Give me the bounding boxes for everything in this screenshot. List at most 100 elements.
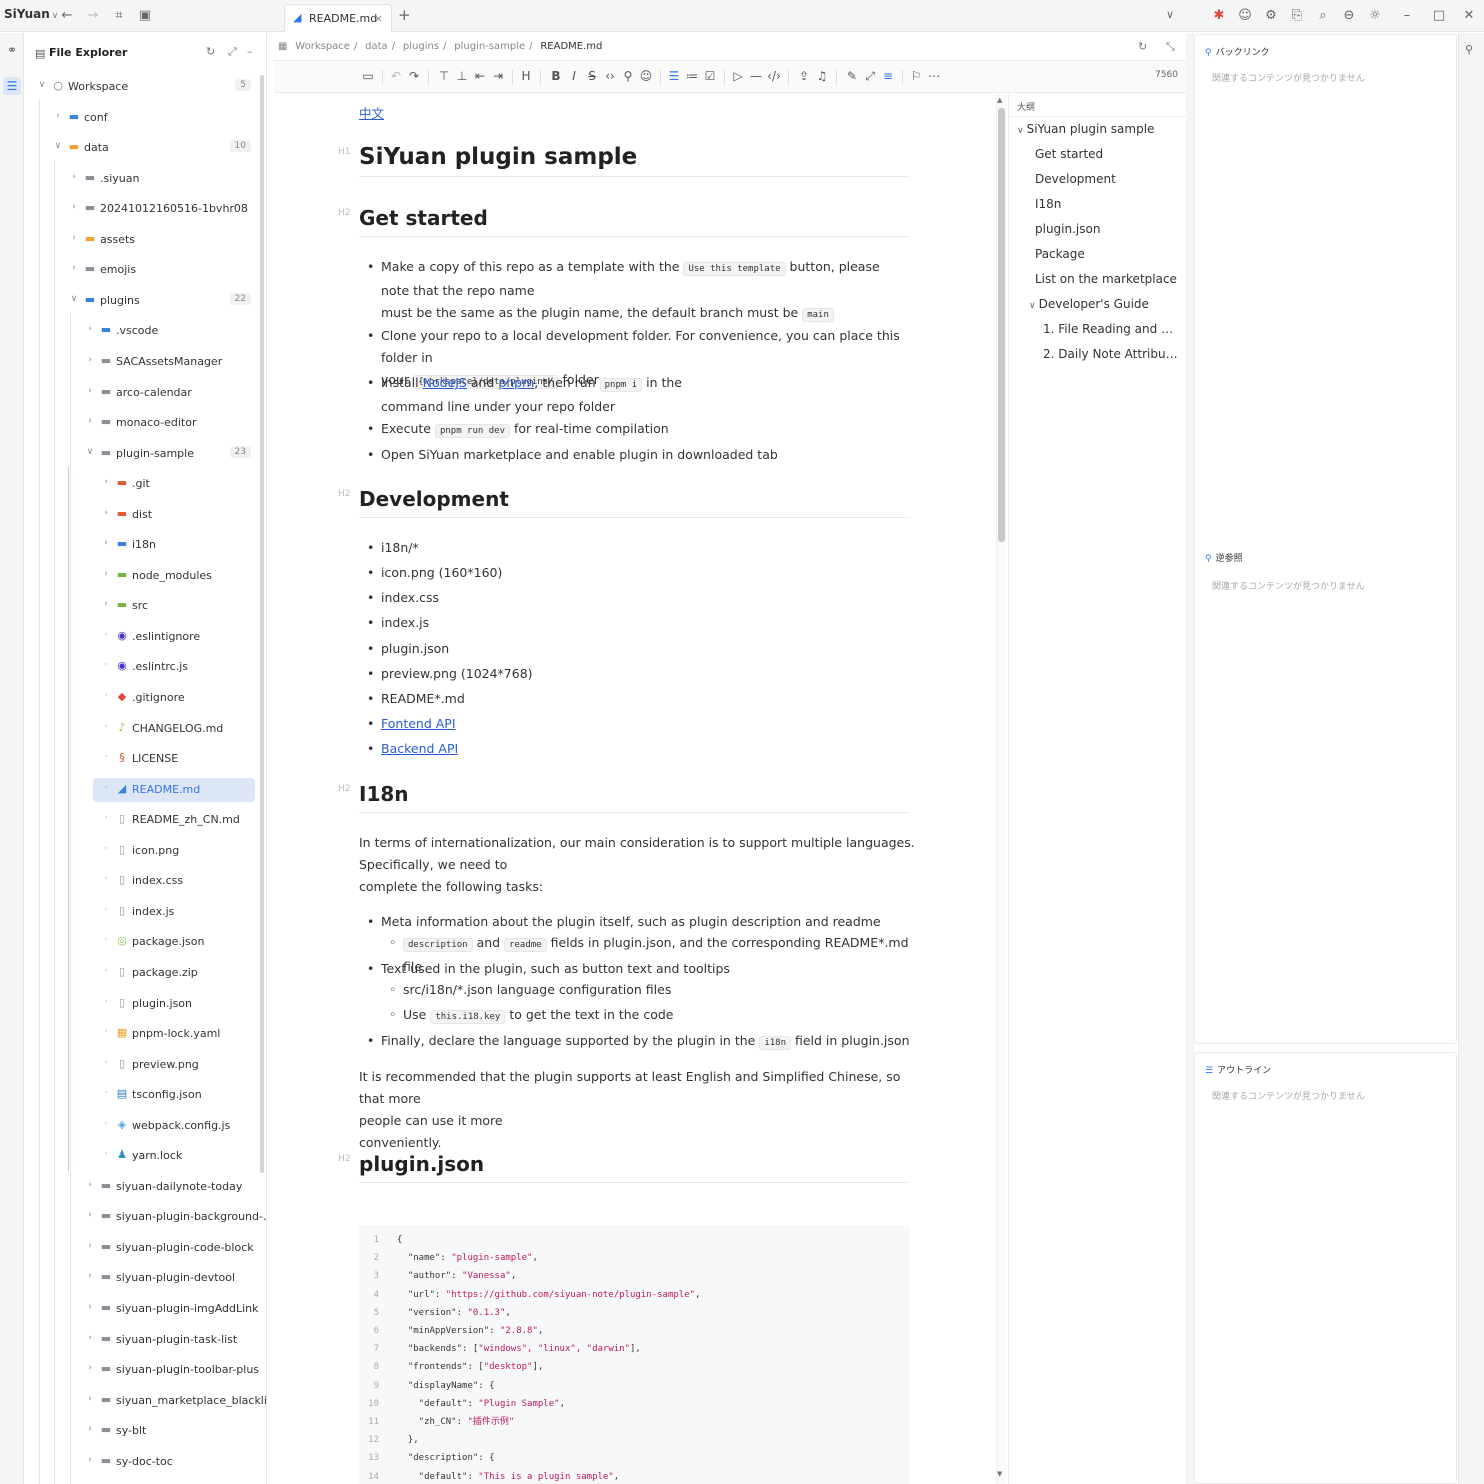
chevron-right-icon[interactable]: › [85,1394,95,1404]
chevron-right-icon[interactable]: › [101,599,111,609]
user-icon[interactable]: ☺ [1236,7,1254,25]
language-link[interactable]: 中文 [359,106,384,121]
chevron-right-icon[interactable]: › [101,538,111,548]
code-block-icon[interactable]: ‹/› [766,69,782,83]
tree-folder[interactable]: › ▬ siyuan-plugin-task-list [25,1328,266,1352]
close-icon[interactable]: ✕ [1460,7,1478,25]
outline-item[interactable]: Package [1035,247,1181,261]
tree-folder[interactable]: › ▬ .siyuan [25,167,266,191]
close-tab-icon[interactable]: × [374,12,383,25]
preview-icon[interactable]: ⤢ [862,69,878,84]
minimize-icon[interactable]: – [1398,7,1416,25]
backend-api-link[interactable]: Backend API [381,741,458,756]
tree-file[interactable]: · ◈ webpack.config.js [25,1114,266,1138]
tree-folder[interactable]: › ▬ node_modules [25,564,266,588]
tree-folder[interactable]: › ▬ siyuan-plugin-code-block [25,1236,266,1260]
save-icon[interactable]: ▭ [360,69,376,83]
redo-icon[interactable]: ↷ [406,69,422,83]
tree-folder[interactable]: › ▬ siyuan-plugin-imgAddLink [25,1297,266,1321]
outline-item[interactable]: I18n [1035,197,1181,211]
insert-before-icon[interactable]: ⊤ [436,69,452,83]
minimize-panel-icon[interactable]: – [247,45,253,58]
tree-folder[interactable]: › ▬ i18n [25,533,266,557]
chevron-down-icon[interactable]: ∨ [37,80,47,90]
chevron-right-icon[interactable]: › [101,477,111,487]
file-tree-icon[interactable]: ☰ [3,77,21,95]
app-menu-button[interactable]: SiYuan ∨ [4,7,58,21]
code-block[interactable]: 1{2 "name": "plugin-sample", 3 "author": … [359,1225,910,1484]
tab-readme[interactable]: ◢ README.md × [284,4,392,32]
chevron-right-icon[interactable]: › [85,1210,95,1220]
explorer-scrollbar[interactable] [260,75,264,1173]
tree-folder[interactable]: ∨ ▬ plugins 22 [25,289,266,313]
refresh-icon[interactable]: ↻ [1138,40,1147,53]
chevron-right-icon[interactable]: › [101,569,111,579]
chevron-down-icon[interactable]: ∨ [85,447,95,457]
tree-file[interactable]: · ◆ .gitignore [25,686,266,710]
chevron-down-icon[interactable]: ∨ [53,141,63,151]
italic-icon[interactable]: I [566,69,582,83]
editor-content[interactable]: 中文 H1 SiYuan plugin sample H2 Get starte… [274,94,994,1484]
outline-item[interactable]: ∨ Developer's Guide [1029,297,1181,311]
graph-icon[interactable]: ⚭ [3,41,21,59]
sync-icon[interactable]: ▣ [136,7,154,25]
chevron-right-icon[interactable]: › [85,1333,95,1343]
chevron-right-icon[interactable]: › [85,1302,95,1312]
tree-folder[interactable]: › ▬ arco-calendar [25,381,266,405]
tree-folder[interactable]: › ▬ siyuan-plugin-devtool [25,1266,266,1290]
tab-list-icon[interactable]: ∨ [1166,8,1174,21]
breadcrumb-item[interactable]: data [365,41,388,52]
editor-scrollbar-thumb[interactable] [998,108,1005,542]
outline-item[interactable]: 2. Daily Note Attribut... [1043,347,1181,361]
outline-item[interactable]: Get started [1035,147,1181,161]
outdent-icon[interactable]: ⇤ [472,69,488,83]
tree-file[interactable]: · ♪ CHANGELOG.md [25,717,266,741]
nodejs-link[interactable]: NodeJS [423,375,467,390]
outline-item[interactable]: List on the marketplace [1035,272,1181,286]
chevron-right-icon[interactable]: › [101,508,111,518]
undo-icon[interactable]: ↶ [388,69,404,83]
chevron-down-icon[interactable]: ∨ [69,294,79,304]
breadcrumb-item[interactable]: Workspace [295,41,350,52]
scroll-up-icon[interactable]: ▲ [997,96,1002,104]
bug-icon[interactable]: ✱ [1210,7,1228,25]
chevron-right-icon[interactable]: › [53,111,63,121]
add-tab-icon[interactable]: + [398,6,411,24]
scroll-down-icon[interactable]: ▼ [997,1470,1002,1478]
checklist-icon[interactable]: ☑ [702,69,718,83]
tree-folder[interactable]: › ▬ siyuan-dailynote-today [25,1175,266,1199]
upload-icon[interactable]: ⇪ [796,69,812,83]
tree-file[interactable]: · ◢ README.md [25,777,266,802]
ordered-list-icon[interactable]: ≔ [684,69,700,83]
code-icon[interactable]: ‹› [602,69,618,83]
heading-icon[interactable]: H [518,69,534,83]
tree-folder[interactable]: › ▬ siyuan_marketplace_blacklist [25,1389,266,1413]
tree-folder[interactable]: › ▬ .vscode [25,319,266,343]
tree-file[interactable]: · § LICENSE [25,747,266,771]
quote-icon[interactable]: ▷ [730,69,746,83]
tree-file[interactable]: · ♟ yarn.lock [25,1144,266,1168]
chevron-right-icon[interactable]: › [85,1241,95,1251]
tree-file[interactable]: · ▯ README_zh_CN.md [25,808,266,832]
backlinks-dock-icon[interactable]: ⚲ [1465,43,1473,56]
emoji-icon[interactable]: ☺ [638,69,654,83]
tree-folder[interactable]: › ▬ emojis [25,258,266,282]
chevron-right-icon[interactable]: › [85,1455,95,1465]
pnpm-link[interactable]: pnpm [498,375,534,390]
theme-icon[interactable]: ☼ [1366,7,1384,25]
chevron-right-icon[interactable]: › [85,1363,95,1373]
strikethrough-icon[interactable]: S [584,69,600,83]
chevron-right-icon[interactable]: › [85,1180,95,1190]
tree-folder[interactable]: › ▬ dist [25,503,266,527]
breadcrumb-item[interactable]: plugin-sample [454,41,525,52]
tree-folder[interactable]: › ▬ 20241012160516-1bvhr08 [25,197,266,221]
zoom-icon[interactable]: ⊖ [1340,7,1358,25]
breadcrumb-item[interactable]: README.md [540,41,602,52]
tree-file[interactable]: · ◎ package.json [25,930,266,954]
tree-file[interactable]: · ▯ index.css [25,869,266,893]
edit-icon[interactable]: ✎ [844,69,860,83]
tree-file[interactable]: · ▯ index.js [25,900,266,924]
tree-folder[interactable]: › ▬ siyuan-plugin-background-... [25,1205,266,1229]
indent-icon[interactable]: ⇥ [490,69,506,83]
tree-folder[interactable]: ∨ ▬ data 10 [25,136,266,160]
